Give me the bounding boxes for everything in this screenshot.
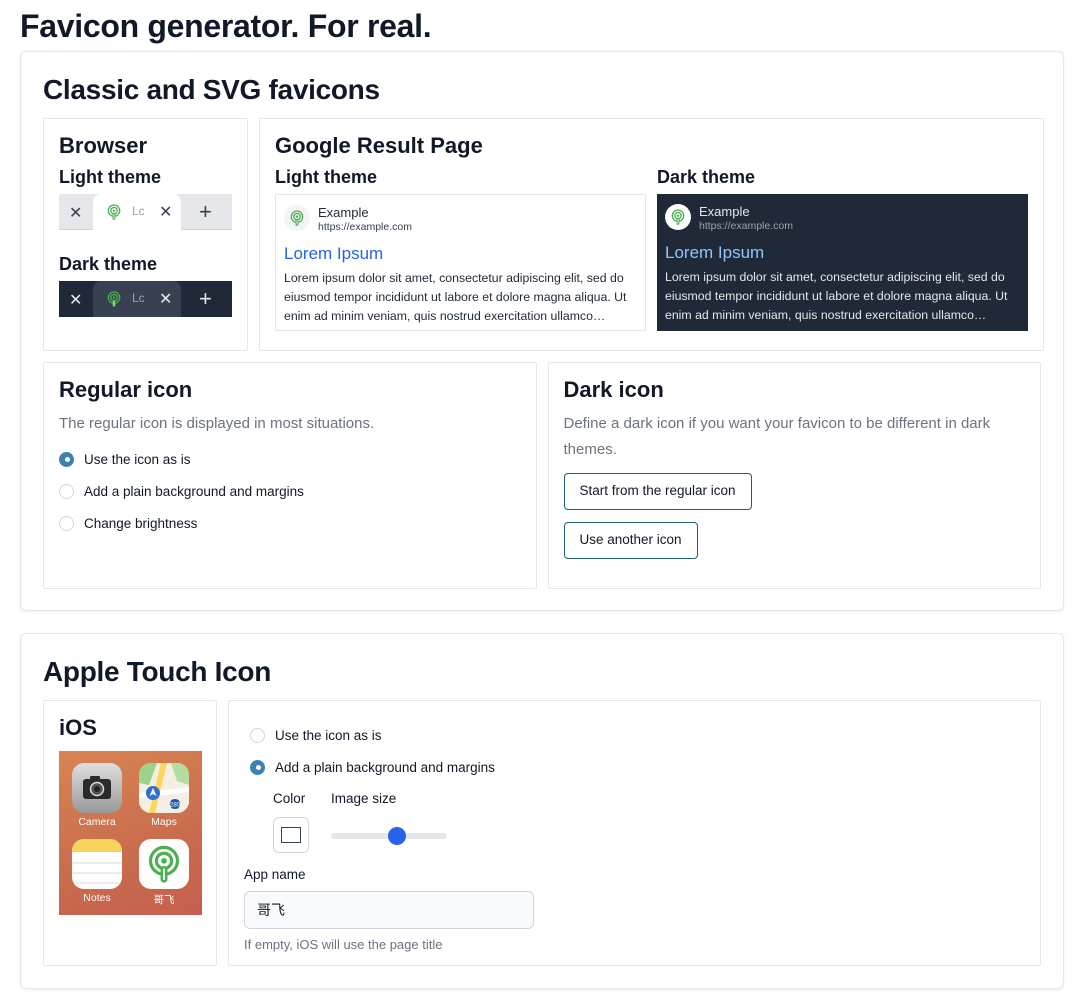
color-control: Color	[273, 791, 309, 853]
regular-option-label: Use the icon as is	[84, 451, 191, 467]
favicon-icon	[106, 291, 122, 307]
color-label: Color	[273, 791, 306, 806]
page: Favicon generator. For real. Classic and…	[0, 0, 1080, 989]
app-label: 哥飞	[153, 894, 175, 906]
regular-icon-title: Regular icon	[59, 377, 193, 402]
browser-tabbar-light: ✕ Lc ✕ +	[59, 194, 232, 230]
radio-unselected[interactable]	[59, 515, 74, 531]
svg-text:280: 280	[170, 803, 181, 809]
image-size-control: Image size	[331, 791, 447, 853]
new-tab-icon[interactable]: +	[199, 199, 212, 225]
browser-title: Browser	[59, 133, 148, 158]
favicon-icon	[284, 205, 310, 231]
camera-icon	[72, 763, 122, 813]
apple-option-label: Add a plain background and margins	[275, 759, 495, 775]
maps-icon: 280	[139, 763, 189, 813]
classic-favicons-card: Classic and SVG favicons Browser Light t…	[20, 51, 1064, 611]
page-title: Favicon generator. For real.	[20, 8, 432, 44]
app-label: Camera	[78, 816, 116, 828]
radio-selected[interactable]	[250, 759, 265, 775]
favicon-icon	[665, 204, 691, 230]
serp-preview-dark: Example https://example.com Lorem Ipsum …	[657, 194, 1028, 331]
serp-dark-label: Dark theme	[657, 167, 756, 187]
app-maps: 280 Maps	[138, 763, 190, 828]
ios-home-screen: Camera 280 Maps Notes 哥飞	[59, 751, 202, 915]
result-snippet: Lorem ipsum dolor sit amet, consectetur …	[284, 271, 627, 323]
new-tab-icon[interactable]: +	[199, 286, 212, 312]
app-label: Notes	[83, 892, 111, 904]
favicon-icon	[139, 839, 189, 889]
app-name-label: App name	[244, 867, 306, 882]
color-swatch[interactable]	[273, 817, 309, 853]
close-icon[interactable]: ✕	[69, 203, 82, 223]
site-url: https://example.com	[699, 220, 793, 232]
dark-icon-panel: Dark icon Define a dark icon if you want…	[547, 362, 1041, 589]
site-name: Example	[699, 204, 750, 219]
tab-title: Lc	[132, 204, 145, 218]
radio-selected[interactable]	[59, 451, 74, 467]
result-snippet: Lorem ipsum dolor sit amet, consectetur …	[665, 270, 1008, 322]
icon-settings-row: Regular icon The regular icon is display…	[43, 362, 1041, 589]
serp-panel: Google Result Page Light theme Example h…	[259, 118, 1044, 351]
browser-dark-label: Dark theme	[59, 254, 158, 274]
app-notes: Notes	[71, 839, 123, 904]
site-url: https://example.com	[318, 221, 412, 233]
apple-option-as-is[interactable]: Use the icon as is	[250, 719, 1025, 751]
result-title: Lorem Ipsum	[284, 244, 384, 263]
regular-option-label: Change brightness	[84, 515, 198, 531]
favicon-icon	[106, 204, 122, 220]
browser-tab[interactable]: Lc ✕	[93, 281, 181, 317]
regular-icon-panel: Regular icon The regular icon is display…	[43, 362, 537, 589]
radio-unselected[interactable]	[59, 483, 74, 499]
apple-option-label: Use the icon as is	[275, 727, 382, 743]
tab-close-icon[interactable]: ✕	[159, 289, 172, 309]
use-another-icon-button[interactable]: Use another icon	[563, 522, 698, 559]
apple-settings-panel: Use the icon as is Add a plain backgroun…	[228, 700, 1041, 966]
serp-preview-light: Example https://example.com Lorem Ipsum …	[275, 194, 646, 331]
start-from-regular-button[interactable]: Start from the regular icon	[563, 473, 752, 510]
regular-option-label: Add a plain background and margins	[84, 483, 304, 499]
result-title: Lorem Ipsum	[665, 243, 765, 262]
apple-touch-title: Apple Touch Icon	[43, 656, 272, 687]
slider-thumb[interactable]	[388, 827, 406, 845]
regular-option-brightness[interactable]: Change brightness	[59, 507, 521, 539]
regular-option-background[interactable]: Add a plain background and margins	[59, 475, 521, 507]
app-camera: Camera	[71, 763, 123, 828]
tab-close-icon[interactable]: ✕	[159, 202, 172, 222]
app-name-input[interactable]	[244, 891, 534, 929]
classic-favicons-title: Classic and SVG favicons	[43, 74, 380, 105]
dark-icon-description: Define a dark icon if you want your favi…	[563, 415, 991, 458]
ios-panel: iOS Camera 280 Maps Notes 哥飞	[43, 700, 217, 966]
apple-touch-card: Apple Touch Icon iOS Camera 280 Maps Not…	[20, 633, 1064, 989]
image-size-label: Image size	[331, 791, 397, 806]
serp-light-label: Light theme	[275, 167, 377, 187]
browser-panel: Browser Light theme ✕ Lc ✕ + Dark theme …	[43, 118, 248, 351]
close-icon[interactable]: ✕	[69, 290, 82, 310]
notes-icon	[72, 839, 122, 889]
regular-option-as-is[interactable]: Use the icon as is	[59, 443, 521, 475]
serp-title: Google Result Page	[275, 133, 483, 158]
app-custom: 哥飞	[138, 839, 190, 907]
browser-tabbar-dark: ✕ Lc ✕ +	[59, 281, 232, 317]
app-name-help: If empty, iOS will use the page title	[244, 937, 443, 952]
ios-title: iOS	[59, 715, 97, 740]
browser-tab[interactable]: Lc ✕	[93, 194, 181, 230]
browser-light-label: Light theme	[59, 167, 161, 187]
site-name: Example	[318, 205, 369, 220]
radio-unselected[interactable]	[250, 727, 265, 743]
apple-row: iOS Camera 280 Maps Notes 哥飞 Use the ico…	[43, 700, 1041, 966]
dark-icon-title: Dark icon	[563, 377, 664, 402]
apple-option-background[interactable]: Add a plain background and margins	[250, 751, 1025, 783]
app-label: Maps	[151, 816, 177, 828]
preview-row: Browser Light theme ✕ Lc ✕ + Dark theme …	[43, 118, 1044, 351]
regular-icon-description: The regular icon is displayed in most si…	[59, 415, 375, 432]
tab-title: Lc	[132, 291, 145, 305]
image-size-slider[interactable]	[331, 817, 447, 853]
